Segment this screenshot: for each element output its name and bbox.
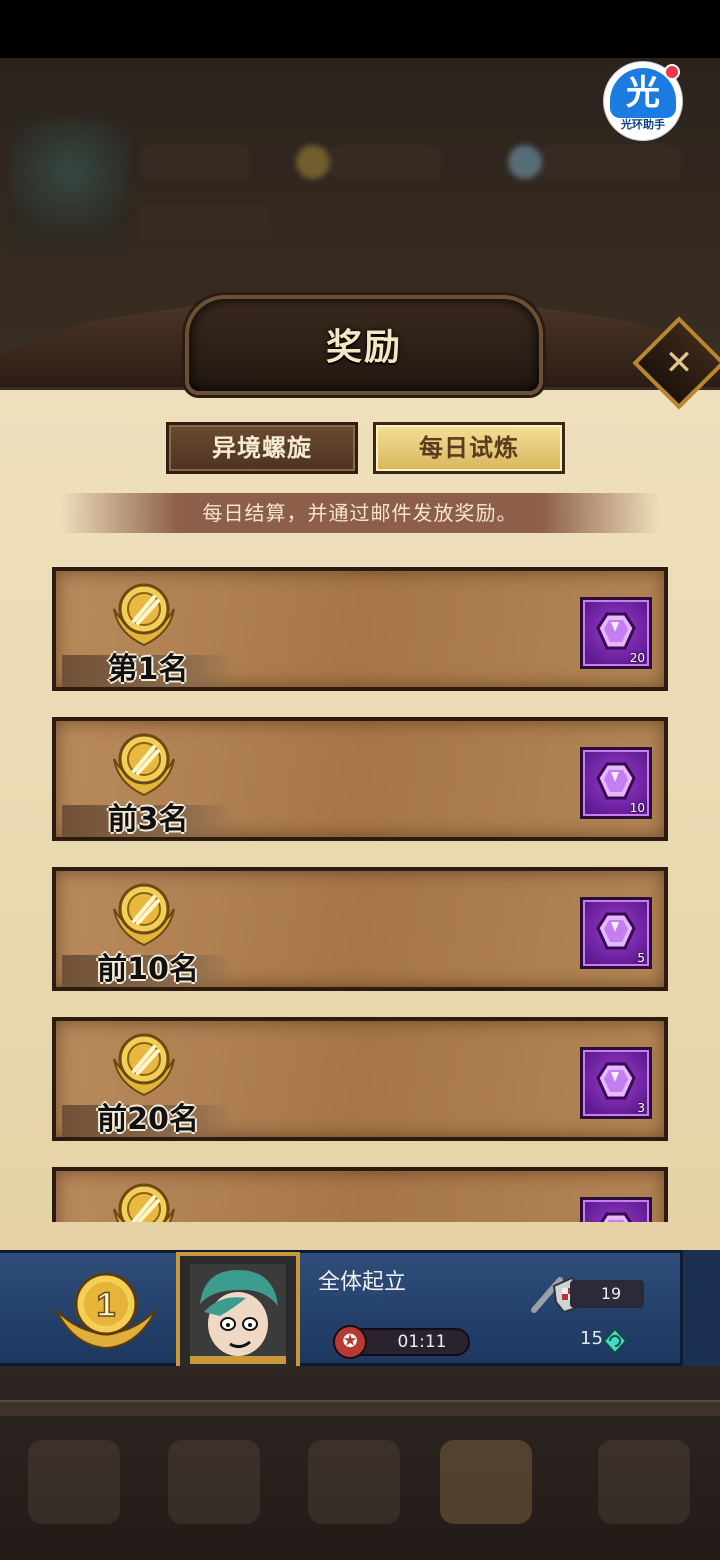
rank-label: 前3名 [107, 802, 189, 837]
gold-medal-icon [113, 583, 175, 647]
rank-label: 前20名 [97, 1102, 199, 1137]
dock-rail [0, 1400, 720, 1416]
reward-item[interactable]: 3 [580, 1047, 652, 1119]
helper-app-badge[interactable]: 光 光环助手 [604, 62, 682, 140]
blurred-diamond-icon [508, 145, 542, 179]
purple-gem-icon [600, 1212, 632, 1222]
score-value: 15 [580, 1328, 603, 1349]
status-bar [0, 0, 720, 58]
purple-gem-icon [596, 612, 636, 650]
blurred-gold-bar [330, 145, 440, 179]
subtitle-text: 每日结算，并通过邮件发放奖励。 [202, 501, 518, 525]
item-quantity: 10 [629, 801, 645, 815]
tab-spiral[interactable]: 异境螺旋 [166, 422, 358, 474]
dock-icon-2 [168, 1440, 260, 1524]
blurred-coin-icon [296, 145, 330, 179]
item-quantity: 20 [629, 651, 645, 665]
rank-label: 前10名 [97, 952, 199, 987]
purple-gem-icon [596, 912, 636, 950]
reward-item[interactable]: 5 [580, 897, 652, 969]
blurred-gem-bar [540, 145, 680, 179]
reward-row: 前10名 5 [52, 867, 668, 991]
reward-item[interactable]: 20 [580, 597, 652, 669]
reward-list[interactable]: 第1名 20 前3名 10 前10名 5 前20名 3 [0, 560, 720, 1222]
tab-daily-trial[interactable]: 每日试炼 [373, 422, 565, 474]
reward-row: 前3名 10 [52, 717, 668, 841]
my-rank-number: 1 [97, 1286, 116, 1324]
gold-medal-icon [113, 883, 175, 947]
helper-label: 光环助手 [621, 118, 665, 131]
item-quantity: 3 [637, 1101, 645, 1115]
close-icon[interactable]: ✕ [646, 330, 712, 396]
my-rank-bar-edge [680, 1250, 720, 1366]
purple-gem-icon [596, 762, 636, 800]
reward-row [52, 1167, 668, 1222]
dock-icon-4 [440, 1440, 532, 1524]
power-value: 19 [570, 1280, 644, 1308]
gold-medal-icon [113, 1183, 175, 1222]
dialog-title: 奖励 [325, 327, 402, 368]
dock-icon-5 [598, 1440, 690, 1524]
player-name: 全体起立 [318, 1270, 407, 1295]
player-avatar [190, 1264, 286, 1364]
gold-medal-icon [113, 1033, 175, 1097]
reward-item[interactable]: 10 [580, 747, 652, 819]
refresh-icon [602, 1328, 628, 1354]
rank-1-medal-icon: 1 [55, 1272, 157, 1350]
gold-medal-icon [113, 733, 175, 797]
dock-icon-1 [28, 1440, 120, 1524]
timer-icon: ✪ [333, 1325, 367, 1359]
dock-icon-3 [308, 1440, 400, 1524]
blurred-status-bar [140, 205, 270, 239]
item-quantity: 5 [637, 951, 645, 965]
reward-item[interactable] [580, 1197, 652, 1222]
reward-row: 前20名 3 [52, 1017, 668, 1141]
rank-label: 第1名 [107, 652, 189, 687]
purple-gem-icon [596, 1062, 636, 1100]
blurred-name-bar [140, 145, 250, 179]
reward-row: 第1名 20 [52, 567, 668, 691]
blurred-avatar [10, 120, 130, 250]
notification-dot [664, 64, 680, 80]
